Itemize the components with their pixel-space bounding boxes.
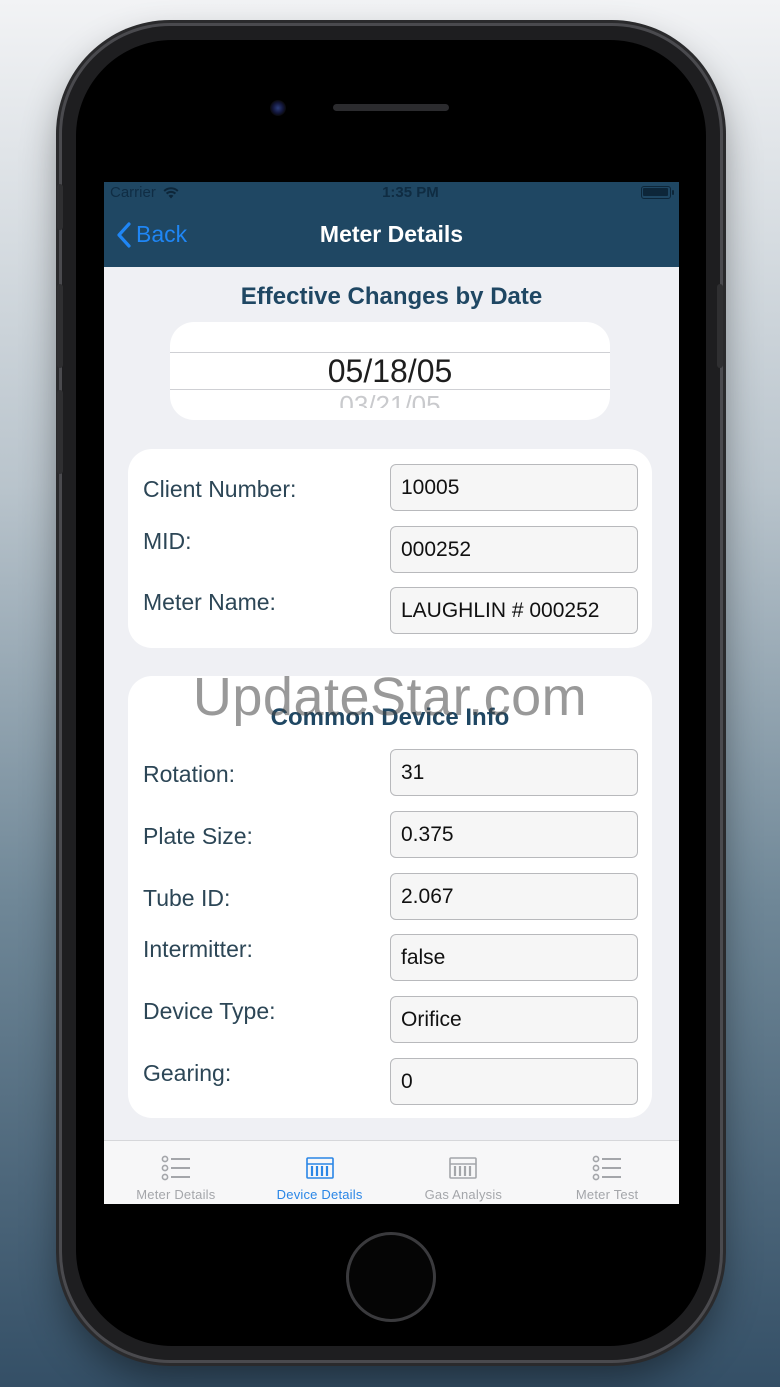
plate-size-label: Plate Size:	[143, 823, 253, 849]
tube-id-label: Tube ID:	[143, 885, 231, 911]
mid-label: MID:	[143, 528, 192, 554]
rotation-label: Rotation:	[143, 761, 236, 787]
plate-size-row: Plate Size:	[143, 811, 638, 859]
volume-down-button	[57, 390, 63, 474]
home-button[interactable]	[346, 1232, 436, 1322]
gearing-label: Gearing:	[143, 1060, 232, 1086]
page-title: Meter Details	[319, 221, 464, 247]
front-camera	[270, 100, 286, 116]
device-type-field[interactable]	[390, 996, 638, 1043]
intermitter-row: Intermitter:	[143, 934, 638, 982]
gearing-field[interactable]	[390, 1058, 638, 1105]
tab-bar: Meter Details Device Details Gas Analysi…	[104, 1140, 679, 1204]
client-info-card: Client Number: MID: Meter Name:	[128, 449, 652, 648]
list-icon	[161, 1155, 190, 1181]
mid-field[interactable]	[390, 526, 638, 573]
gauge-rack-icon	[449, 1157, 478, 1179]
date-picker[interactable]: 05/18/05 03/21/05	[170, 322, 610, 420]
wifi-icon	[163, 186, 179, 198]
rotation-row: Rotation:	[143, 749, 638, 797]
volume-up-button	[57, 284, 63, 368]
navigation-bar: Back Meter Details	[104, 202, 679, 267]
common-device-info-title: Common Device Info	[270, 704, 510, 731]
chevron-left-icon	[117, 221, 131, 248]
effective-changes-title: Effective Changes by Date	[240, 283, 543, 310]
client-number-label: Client Number:	[143, 476, 297, 502]
back-label: Back	[136, 221, 188, 247]
meter-name-label: Meter Name:	[143, 589, 276, 615]
tab-meter-details[interactable]: Meter Details	[104, 1141, 248, 1204]
app-screen: Carrier 1:35 PM Back Meter Details Effec…	[104, 182, 679, 1204]
client-number-field[interactable]	[390, 464, 638, 511]
tube-id-field[interactable]	[390, 873, 638, 920]
battery-icon	[640, 185, 674, 199]
tab-device-details[interactable]: Device Details	[248, 1141, 392, 1204]
common-device-info-card: Common Device Info Rotation: Plate Size:…	[128, 676, 652, 1118]
gauge-rack-icon	[305, 1157, 334, 1179]
gearing-row: Gearing:	[143, 1058, 638, 1106]
list-icon	[592, 1155, 622, 1181]
client-number-row: Client Number:	[143, 464, 638, 512]
tab-gas-analysis-label: Gas Analysis	[424, 1187, 503, 1202]
mid-row: MID:	[143, 526, 638, 574]
tab-meter-test-label: Meter Test	[575, 1187, 639, 1202]
intermitter-label: Intermitter:	[143, 936, 253, 962]
power-button	[717, 284, 723, 368]
meter-name-row: Meter Name:	[143, 587, 638, 635]
earpiece-speaker	[333, 104, 449, 111]
device-type-label: Device Type:	[143, 998, 276, 1024]
tube-id-row: Tube ID:	[143, 873, 638, 921]
tab-meter-details-label: Meter Details	[136, 1187, 216, 1202]
intermitter-field[interactable]	[390, 934, 638, 981]
tab-meter-test[interactable]: Meter Test	[535, 1141, 679, 1204]
mute-switch	[57, 184, 63, 230]
status-bar: Carrier 1:35 PM	[104, 182, 679, 202]
meter-name-field[interactable]	[390, 587, 638, 634]
tab-gas-analysis[interactable]: Gas Analysis	[392, 1141, 536, 1204]
device-type-row: Device Type:	[143, 996, 638, 1044]
carrier-label: Carrier	[110, 183, 156, 201]
status-time: 1:35 PM	[382, 183, 439, 201]
picker-next-date[interactable]: 03/21/05	[170, 390, 610, 408]
plate-size-field[interactable]	[390, 811, 638, 858]
picker-selected-date[interactable]: 05/18/05	[170, 353, 610, 390]
tab-device-details-label: Device Details	[276, 1187, 363, 1202]
back-button[interactable]: Back	[116, 202, 187, 267]
rotation-field[interactable]	[390, 749, 638, 796]
